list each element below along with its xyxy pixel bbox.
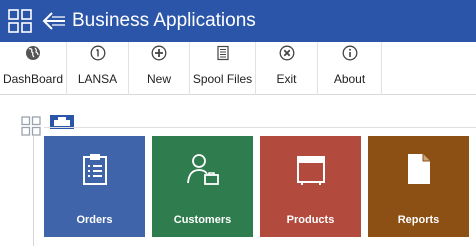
title-bar: Business Applications <box>0 0 476 42</box>
document-list-icon <box>216 45 229 61</box>
app-grid-icon[interactable] <box>8 9 32 33</box>
tile-label: Reports <box>397 214 440 226</box>
tile-orders[interactable]: Orders <box>44 136 145 237</box>
info-circle-icon <box>342 45 357 61</box>
toolbar-dashboard-button[interactable]: DashBoard <box>0 42 67 95</box>
grid-view-icon[interactable] <box>21 116 41 136</box>
toolbar-about-button[interactable]: About <box>318 42 382 95</box>
toolbar-new-button[interactable]: New <box>129 42 190 95</box>
toolbar: DashBoard LANSA New Spool Files Exit Abo… <box>0 42 476 95</box>
toolbar-exit-button[interactable]: Exit <box>256 42 318 95</box>
content-divider <box>44 127 476 128</box>
tile-customers[interactable]: Customers <box>152 136 253 237</box>
back-arrow-icon[interactable] <box>42 11 66 31</box>
toolbar-label: DashBoard <box>2 72 64 86</box>
toolbar-spool-files-button[interactable]: Spool Files <box>190 42 256 95</box>
sidebar-divider <box>33 136 34 246</box>
clipboard-icon <box>83 154 107 185</box>
toolbar-label: About <box>333 72 366 86</box>
tile-reports[interactable]: Reports <box>368 136 469 237</box>
box-icon <box>297 156 325 185</box>
toolbar-label: LANSA <box>77 72 118 86</box>
toolbar-label: Exit <box>276 72 297 86</box>
tile-products[interactable]: Products <box>260 136 361 237</box>
tile-label: Products <box>286 214 335 226</box>
plus-circle-icon <box>151 45 167 61</box>
globe-icon <box>26 46 40 60</box>
toolbar-label: Spool Files <box>192 72 253 86</box>
toolbar-label: New <box>146 72 171 86</box>
tile-label: Customers <box>173 214 232 226</box>
info-circle-icon <box>90 45 105 61</box>
close-circle-icon <box>279 45 294 61</box>
person-briefcase-icon <box>187 154 219 185</box>
toolbar-lansa-button[interactable]: LANSA <box>67 42 129 95</box>
app-title: Business Applications <box>72 10 256 31</box>
page-icon <box>408 154 430 184</box>
tile-label: Orders <box>76 214 113 226</box>
